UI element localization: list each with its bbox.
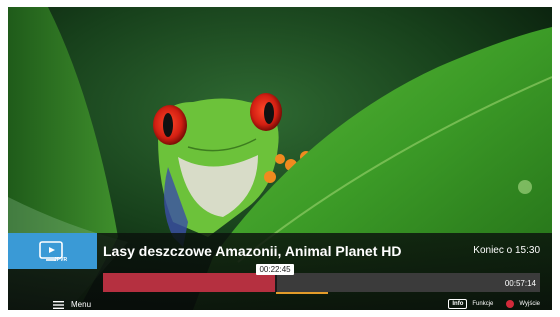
current-time: 00:22:45 [256,264,294,275]
info-key[interactable]: Info [448,299,468,309]
key-legend: Info Funkcje Wyjście [448,299,540,309]
end-time: Koniec o 15:30 [473,245,540,256]
menu-button[interactable]: Menu [53,300,91,309]
pvr-label: JPVR [54,257,67,263]
progress-fill [103,273,277,292]
info-key-label: Funkcje [472,301,494,307]
pvr-badge: JPVR [8,233,97,269]
buffer-indicator [276,292,328,294]
exit-label: Wyjście [519,301,540,307]
progress-bar[interactable] [103,273,540,292]
menu-label: Menu [71,300,92,309]
playback-info-bar: JPVR Lasy deszczowe Amazonii, Animal Pla… [8,233,552,310]
program-title: Lasy deszczowe Amazonii, Animal Planet H… [103,243,402,259]
pvr-icon: JPVR [38,241,67,263]
hamburger-icon [53,300,64,309]
red-button-icon[interactable] [506,300,515,308]
total-time: 00:57:14 [504,279,536,288]
tv-screen: JPVR Lasy deszczowe Amazonii, Animal Pla… [8,7,552,310]
playhead-marker[interactable] [275,273,278,292]
